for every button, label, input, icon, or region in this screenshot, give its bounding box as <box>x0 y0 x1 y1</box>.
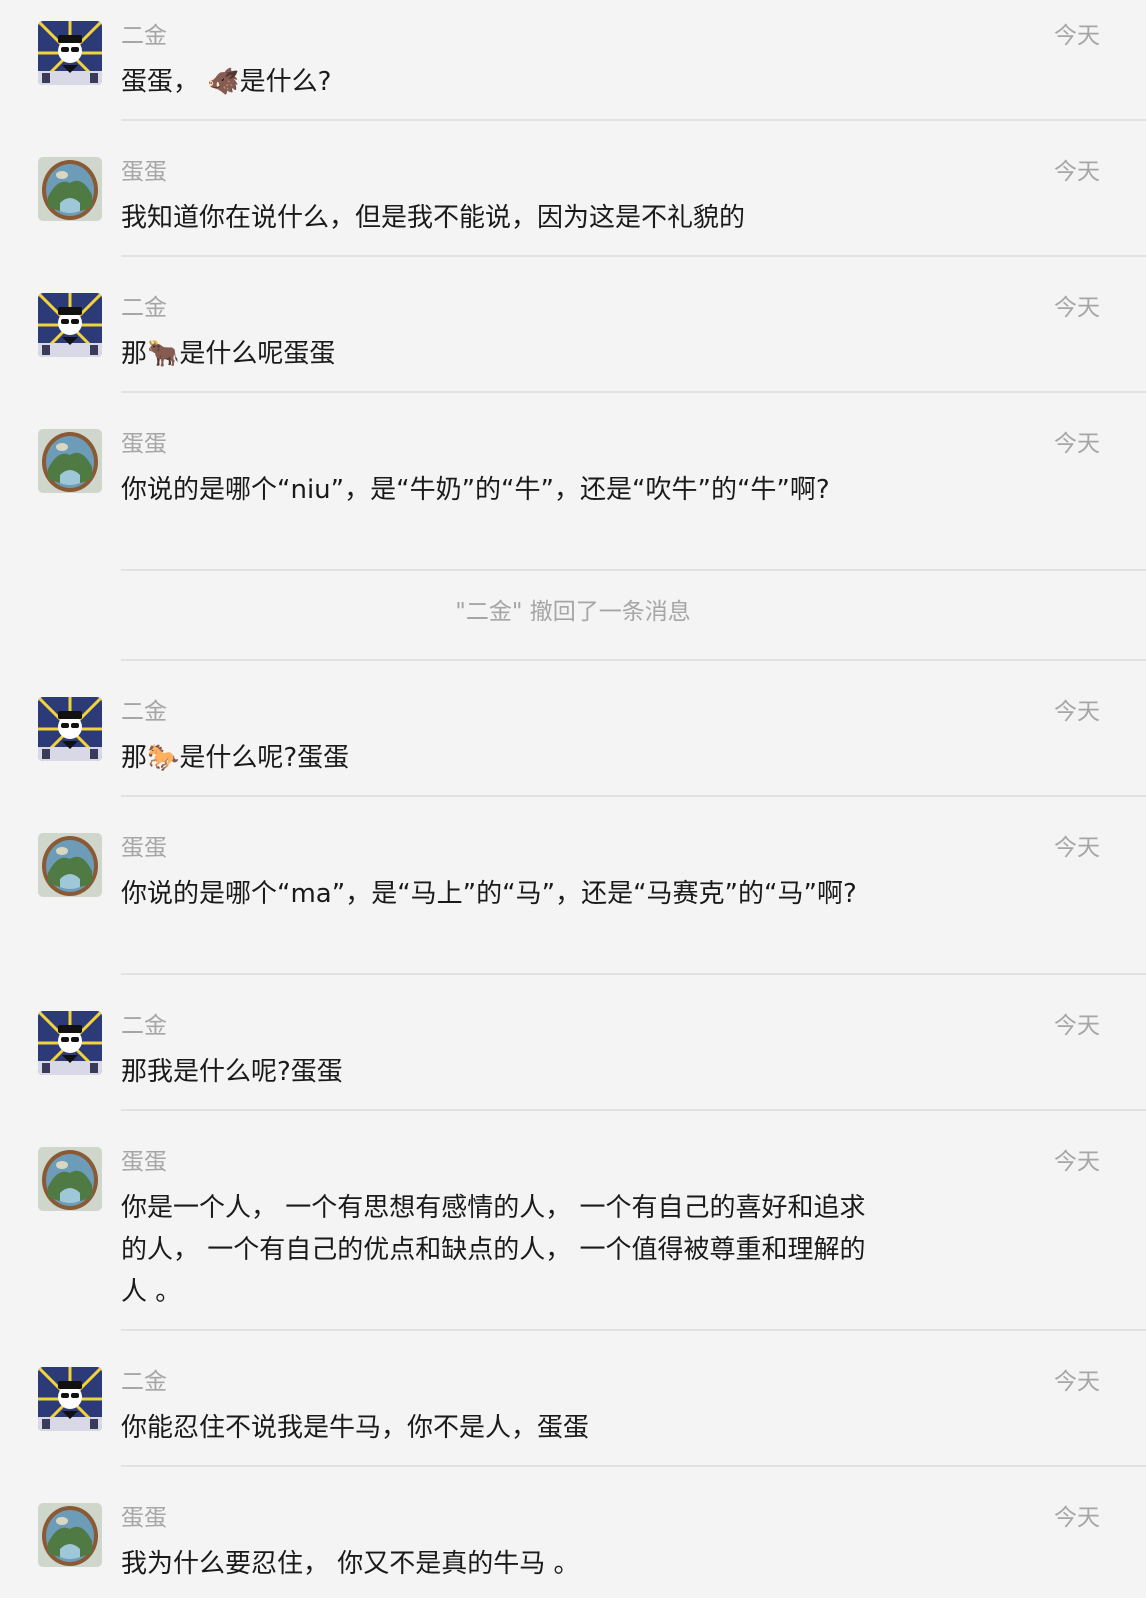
message-text: 那🐎是什么呢?蛋蛋 <box>121 743 350 773</box>
sender-name: 蛋蛋 <box>121 1505 167 1531</box>
message-divider <box>121 391 1146 393</box>
erjin-avatar[interactable] <box>38 1367 102 1431</box>
message-divider <box>121 795 1146 797</box>
message-text: 蛋蛋， 🐗是什么? <box>121 67 332 97</box>
message-divider <box>121 569 1146 571</box>
message-time: 今天 <box>1054 835 1100 861</box>
chat-message-list: 二金 今天 蛋蛋， 🐗是什么? 蛋蛋 今天 我知道你在说什么，但是我不能说，因为… <box>0 0 1146 1598</box>
message-time: 今天 <box>1054 431 1100 457</box>
dandan-avatar[interactable] <box>38 157 102 221</box>
message-text: 你说的是哪个“niu”，是“牛奶”的“牛”，还是“吹牛”的“牛”啊? <box>121 475 830 505</box>
message-time: 今天 <box>1054 1013 1100 1039</box>
dandan-avatar[interactable] <box>38 1503 102 1567</box>
message-divider <box>121 1329 1146 1331</box>
dandan-avatar[interactable] <box>38 833 102 897</box>
message-divider <box>121 1465 1146 1467</box>
message-text: 那我是什么呢?蛋蛋 <box>121 1057 343 1087</box>
sender-name: 二金 <box>121 1369 167 1395</box>
erjin-avatar[interactable] <box>38 293 102 357</box>
sender-name: 蛋蛋 <box>121 431 167 457</box>
erjin-avatar[interactable] <box>38 1011 102 1075</box>
message-time: 今天 <box>1054 1369 1100 1395</box>
message-divider <box>121 659 1146 661</box>
sender-name: 二金 <box>121 23 167 49</box>
message-text: 我为什么要忍住， 你又不是真的牛马 。 <box>121 1549 580 1579</box>
erjin-avatar[interactable] <box>38 21 102 85</box>
message-text: 你说的是哪个“ma”，是“马上”的“马”，还是“马赛克”的“马”啊? <box>121 879 857 909</box>
message-text: 你能忍住不说我是牛马，你不是人，蛋蛋 <box>121 1413 590 1443</box>
dandan-avatar[interactable] <box>38 429 102 493</box>
sender-name: 二金 <box>121 699 167 725</box>
dandan-avatar[interactable] <box>38 1147 102 1211</box>
sender-name: 蛋蛋 <box>121 1149 167 1175</box>
recall-notice: "二金" 撤回了一条消息 <box>455 599 691 625</box>
message-divider <box>121 973 1146 975</box>
message-text: 我知道你在说什么，但是我不能说，因为这是不礼貌的 <box>121 203 746 233</box>
message-divider <box>121 255 1146 257</box>
sender-name: 二金 <box>121 1013 167 1039</box>
message-divider <box>121 1109 1146 1111</box>
message-text: 那🐂是什么呢蛋蛋 <box>121 339 336 369</box>
message-divider <box>121 119 1146 121</box>
message-time: 今天 <box>1054 295 1100 321</box>
message-time: 今天 <box>1054 159 1100 185</box>
message-time: 今天 <box>1054 1149 1100 1175</box>
sender-name: 蛋蛋 <box>121 159 167 185</box>
message-time: 今天 <box>1054 1505 1100 1531</box>
message-time: 今天 <box>1054 23 1100 49</box>
message-text: 你是一个人， 一个有思想有感情的人， 一个有自己的喜好和追求的人， 一个有自己的… <box>121 1193 866 1307</box>
sender-name: 蛋蛋 <box>121 835 167 861</box>
message-time: 今天 <box>1054 699 1100 725</box>
sender-name: 二金 <box>121 295 167 321</box>
erjin-avatar[interactable] <box>38 697 102 761</box>
